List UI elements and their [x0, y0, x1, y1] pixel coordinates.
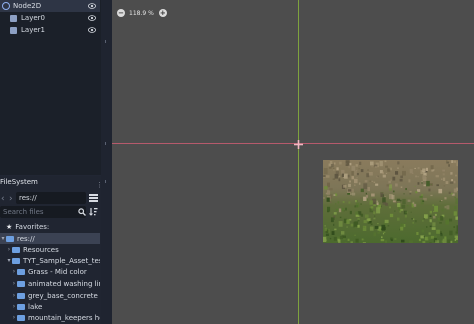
- tree-item-tyt-sample-asset[interactable]: ▾ TYT_Sample_Asset_test: [0, 255, 100, 266]
- splitter-grip: [105, 142, 106, 145]
- y-axis-guide: [298, 0, 299, 324]
- scene-node-layer0[interactable]: Layer0: [0, 12, 100, 24]
- canvas-viewport[interactable]: − 118.9 % +: [112, 0, 474, 324]
- folder-icon: [17, 314, 25, 321]
- tree-item-lake[interactable]: › lake: [0, 301, 100, 312]
- tree-item-label: Resources: [23, 245, 59, 254]
- origin-cross-icon: [294, 140, 303, 149]
- tree-item-label: Grass - Mid color: [28, 267, 87, 276]
- forward-arrow-icon[interactable]: ›: [9, 194, 13, 204]
- splitter-grip: [105, 180, 106, 183]
- scene-node-layer1[interactable]: Layer1: [0, 24, 100, 36]
- back-arrow-icon[interactable]: ‹: [1, 194, 5, 204]
- scene-node-label: Layer0: [21, 14, 45, 22]
- scene-node-label: Node2D: [13, 2, 42, 10]
- splitter-grip: [105, 40, 106, 43]
- tree-item-label: grey_base_concrete: [28, 291, 98, 300]
- tree-item-label: animated washing line: [28, 279, 100, 288]
- star-icon: ★: [6, 222, 13, 231]
- tree-item-grass-mid-color[interactable]: › Grass - Mid color: [0, 266, 100, 277]
- zoom-in-button[interactable]: +: [158, 9, 167, 17]
- filesystem-title: FileSystem: [0, 178, 38, 186]
- tilemap-layer-icon: [10, 26, 17, 34]
- tree-item-label: mountain_keepers hous: [28, 313, 100, 322]
- folder-icon: [17, 303, 25, 310]
- visibility-eye-icon[interactable]: [88, 2, 96, 10]
- search-icon: [78, 208, 86, 216]
- folder-icon: [17, 280, 25, 287]
- visibility-eye-icon[interactable]: [88, 14, 96, 22]
- tilemap-layer-icon: [10, 14, 17, 22]
- visibility-eye-icon[interactable]: [88, 26, 96, 34]
- tree-item-grey-base-concrete[interactable]: › grey_base_concrete: [0, 290, 100, 301]
- sort-icon[interactable]: [89, 207, 98, 216]
- scene-tree-panel: Node2D Layer0 Layer1: [0, 0, 101, 175]
- zoom-controls: − 118.9 % +: [117, 8, 167, 18]
- scene-node-node2d[interactable]: Node2D: [0, 0, 100, 12]
- zoom-out-button[interactable]: −: [117, 9, 125, 17]
- search-files-input[interactable]: Search files: [0, 206, 86, 218]
- folder-icon: [12, 246, 20, 253]
- folder-icon: [17, 292, 25, 299]
- folder-icon: [6, 235, 14, 242]
- dock-splitter[interactable]: [101, 0, 112, 324]
- tree-item-label: res://: [17, 234, 35, 243]
- zoom-level-label[interactable]: 118.9 %: [129, 10, 154, 17]
- x-axis-guide: [112, 143, 474, 144]
- scene-node-label: Layer1: [21, 26, 45, 34]
- folder-icon: [12, 257, 20, 264]
- favorites-item[interactable]: ★ Favorites:: [0, 221, 100, 232]
- tree-item-label: lake: [28, 302, 43, 311]
- node2d-icon: [2, 2, 10, 10]
- favorites-label: Favorites:: [15, 222, 50, 231]
- left-dock: Node2D Layer0 Layer1 FileSystem ⋮ ‹ › re…: [0, 0, 103, 324]
- tilemap-terrain-sprite[interactable]: [323, 160, 458, 243]
- tree-root-item[interactable]: ▾ res://: [0, 233, 100, 244]
- tree-item-label: TYT_Sample_Asset_test: [23, 256, 100, 265]
- folder-icon: [17, 268, 25, 275]
- tree-item-mountain-keepers-house[interactable]: › mountain_keepers hous: [0, 312, 100, 323]
- tree-item-resources[interactable]: › Resources: [0, 244, 100, 255]
- tree-item-animated-washing-line[interactable]: › animated washing line: [0, 278, 100, 289]
- path-input[interactable]: res://: [16, 192, 86, 204]
- layout-toggle-icon[interactable]: [89, 194, 98, 202]
